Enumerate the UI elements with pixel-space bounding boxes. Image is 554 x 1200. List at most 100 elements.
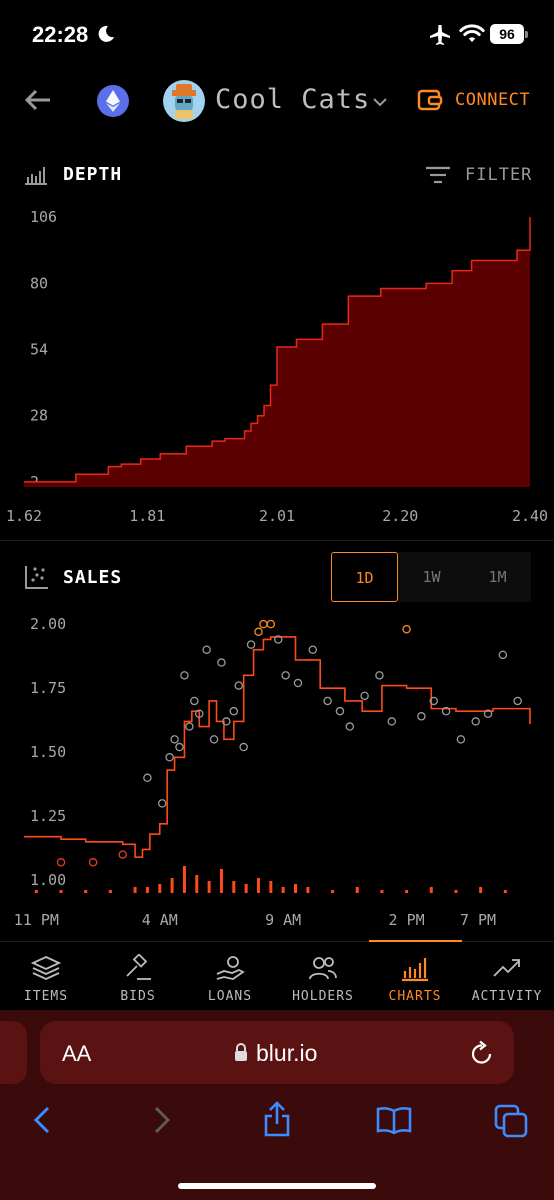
volume-bar	[306, 887, 310, 893]
connect-button[interactable]: CONNECT	[455, 90, 530, 110]
filter-button[interactable]: FILTER	[465, 165, 532, 185]
nav-label-loans: LOANS	[207, 989, 253, 1004]
sale-point	[345, 722, 355, 731]
collection-avatar	[163, 80, 205, 122]
previous-tab-preview[interactable]	[0, 1021, 27, 1084]
range-1m-button[interactable]: 1M	[464, 552, 531, 602]
sale-point	[308, 645, 318, 654]
section-divider	[0, 540, 554, 541]
share-icon[interactable]	[262, 1100, 292, 1138]
sale-point	[335, 706, 345, 716]
volume-bar	[133, 887, 137, 893]
depth-x-tick: 1.81	[129, 507, 165, 525]
sale-point	[143, 773, 152, 783]
depth-x-tick: 1.62	[6, 507, 42, 525]
sale-point	[281, 671, 290, 680]
bookmarks-icon[interactable]	[376, 1106, 412, 1134]
nav-item-items[interactable]: ITEMS	[0, 948, 92, 1008]
forward-nav-icon[interactable]	[152, 1105, 172, 1135]
filter-icon[interactable]	[424, 164, 452, 186]
sale-point	[387, 717, 397, 726]
volume-bar	[207, 881, 211, 893]
sale-point	[239, 742, 248, 752]
depth-chart[interactable]: 1068054282 1.621.812.012.202.40	[0, 195, 554, 535]
reader-settings-button[interactable]: AA	[62, 1041, 91, 1067]
sales-y-tick: 1.75	[30, 679, 66, 697]
wifi-icon	[459, 24, 485, 42]
nav-item-activity[interactable]: ACTIVITY	[461, 948, 553, 1008]
volume-bar	[145, 887, 149, 893]
airplane-icon	[430, 25, 450, 45]
sales-x-tick: 11 PM	[14, 911, 59, 929]
ethereum-icon[interactable]	[97, 85, 129, 117]
volume-bar	[355, 887, 359, 893]
volume-bar	[170, 878, 174, 893]
depth-y-tick: 106	[30, 208, 57, 226]
volume-bar	[281, 887, 285, 893]
sale-point	[88, 858, 98, 867]
wallet-icon[interactable]	[417, 88, 443, 112]
sale-point	[456, 735, 466, 744]
sales-x-tick: 7 PM	[460, 911, 496, 929]
depth-label: DEPTH	[63, 164, 123, 185]
sale-point	[229, 706, 239, 716]
sale-point	[209, 735, 219, 744]
sales-y-tick: 1.00	[30, 871, 66, 889]
depth-x-tick: 2.40	[512, 507, 548, 525]
sale-point	[402, 624, 411, 634]
chevron-down-icon[interactable]	[372, 96, 388, 108]
nav-divider	[0, 941, 554, 942]
volume-bar	[232, 881, 236, 893]
depth-x-tick: 2.01	[259, 507, 295, 525]
nav-active-indicator	[369, 940, 462, 942]
reload-icon[interactable]	[470, 1040, 494, 1066]
lock-icon	[235, 1043, 247, 1061]
sale-point	[513, 696, 522, 706]
hand-coin-icon	[216, 956, 245, 980]
sales-chart[interactable]: 2.00 1.75 1.50 1.25 1.00 11 PM 4 AM 9 AM 2 PM 7 …	[0, 605, 554, 935]
nav-item-charts[interactable]: CHARTS	[369, 948, 461, 1008]
depth-y-tick: 80	[30, 274, 48, 292]
back-arrow-icon[interactable]	[24, 88, 52, 112]
volume-bar	[34, 890, 38, 893]
nav-label-activity: ACTIVITY	[471, 989, 543, 1004]
url-text[interactable]: blur.io	[256, 1040, 317, 1067]
sales-y-tick: 1.50	[30, 743, 66, 761]
back-nav-icon[interactable]	[32, 1105, 52, 1135]
bar-chart-icon	[402, 958, 428, 982]
volume-bar	[503, 890, 507, 893]
volume-bar	[405, 890, 409, 893]
volume-bar	[108, 890, 112, 893]
sale-point	[170, 735, 179, 744]
collection-name[interactable]: Cool Cats	[215, 84, 370, 115]
sales-y-tick: 1.25	[30, 807, 66, 825]
sales-x-tick: 4 AM	[142, 911, 178, 929]
battery-indicator: 96	[490, 24, 524, 44]
nav-item-loans[interactable]: LOANS	[184, 948, 276, 1008]
tabs-icon[interactable]	[494, 1104, 528, 1138]
sales-y-tick: 2.00	[30, 615, 66, 633]
home-indicator	[178, 1183, 376, 1189]
depth-x-tick: 2.20	[382, 507, 418, 525]
sale-point	[180, 671, 189, 680]
sale-point	[234, 681, 243, 690]
nav-item-holders[interactable]: HOLDERS	[277, 948, 369, 1008]
volume-bar	[182, 866, 186, 893]
sale-point	[185, 722, 194, 731]
range-1d-button[interactable]: 1D	[331, 552, 398, 602]
sale-point	[157, 799, 167, 808]
nav-item-bids[interactable]: BIDS	[92, 948, 184, 1008]
volume-bar	[294, 884, 298, 893]
users-icon	[309, 957, 337, 980]
sale-point	[471, 717, 480, 726]
volume-bar	[269, 881, 273, 893]
sale-point	[254, 627, 263, 637]
sale-point	[375, 671, 384, 680]
volume-bar	[244, 884, 248, 893]
nav-label-items: ITEMS	[23, 989, 69, 1004]
volume-bar	[429, 887, 433, 893]
trend-up-icon	[493, 959, 520, 977]
sale-point	[190, 696, 199, 706]
range-1w-button[interactable]: 1W	[398, 552, 465, 602]
nav-label-charts: CHARTS	[388, 989, 442, 1004]
